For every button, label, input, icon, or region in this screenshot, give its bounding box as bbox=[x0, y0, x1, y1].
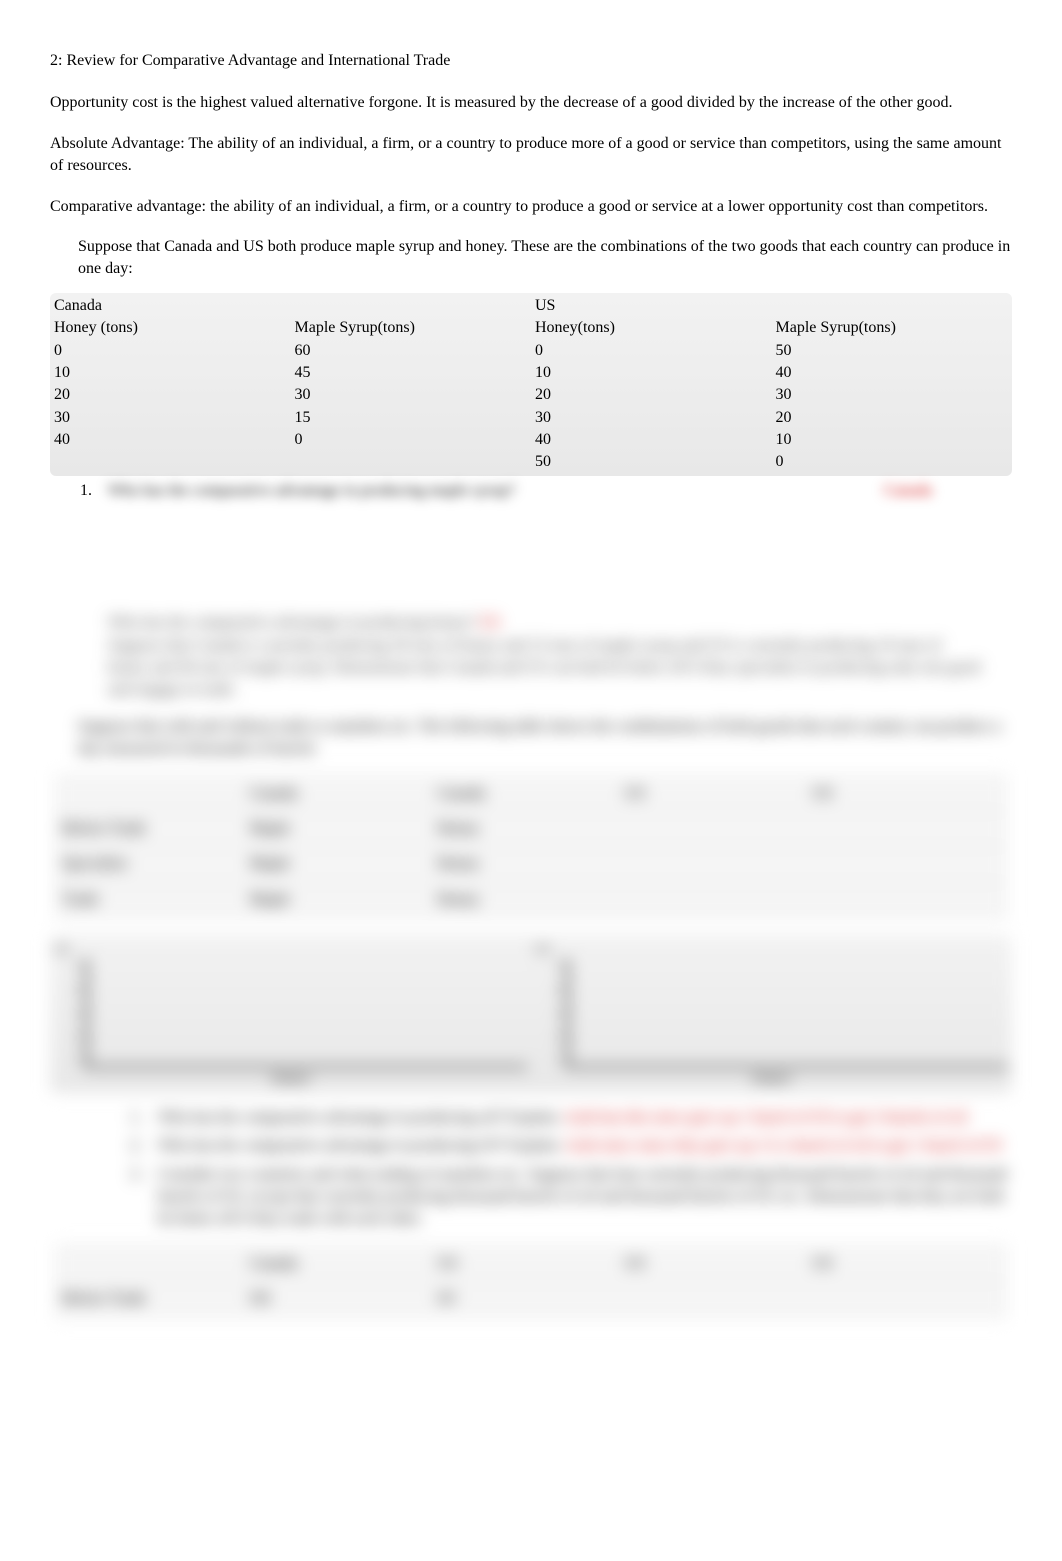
question-number: 1. bbox=[80, 480, 108, 502]
th: US bbox=[812, 1253, 1000, 1275]
qtext: Consider two countries and what trading … bbox=[158, 1166, 1007, 1228]
paragraph-comparative-advantage: Comparative advantage: the ability of an… bbox=[50, 196, 1012, 218]
th bbox=[62, 783, 250, 805]
hidden-table-2: Canada Canada US US Before Trade Maple H… bbox=[54, 773, 1008, 922]
question-1: 1. Who has the comparative advantage in … bbox=[80, 480, 1012, 502]
page-title: 2: Review for Comparative Advantage and … bbox=[50, 50, 1012, 72]
hidden-table-3: Canada US US US Before Trade Oil OJ bbox=[54, 1243, 1008, 1321]
row-label: Trade bbox=[62, 889, 250, 911]
question-text: Who has the comparative advantage in pro… bbox=[108, 480, 515, 502]
cell: 40 bbox=[531, 429, 772, 451]
cell: Maple bbox=[250, 889, 438, 911]
th: Canada bbox=[250, 783, 438, 805]
th: Canada bbox=[250, 1253, 438, 1275]
answer-text: Canada bbox=[884, 480, 932, 502]
paragraph-absolute-advantage: Absolute Advantage: The ability of an in… bbox=[50, 133, 1012, 178]
cell: 0 bbox=[50, 340, 291, 362]
cell: 10 bbox=[50, 362, 291, 384]
cell: 0 bbox=[531, 340, 772, 362]
cell: 20 bbox=[772, 407, 1013, 429]
hidden-chart-pair: US 54321 (Maple) US 54321 (Maple) bbox=[50, 935, 1012, 1093]
country-label: Canada bbox=[50, 295, 291, 317]
cell: 30 bbox=[531, 407, 772, 429]
qnum: 1. bbox=[130, 1107, 158, 1129]
col-header: Maple Syrup(tons) bbox=[291, 317, 532, 339]
th bbox=[62, 1253, 250, 1275]
cell: Honey bbox=[437, 889, 625, 911]
locked-content: Who has the comparative advantage in pro… bbox=[50, 512, 1012, 1320]
chart-xlabel: (Maple) bbox=[535, 1070, 1008, 1087]
cell: 15 bbox=[291, 407, 532, 429]
cell: 45 bbox=[291, 362, 532, 384]
cell: 30 bbox=[50, 407, 291, 429]
cell: 20 bbox=[531, 384, 772, 406]
cell: Maple bbox=[250, 853, 438, 875]
table-us: US Honey(tons) Maple Syrup(tons) 050 104… bbox=[531, 295, 1012, 474]
qans: Arab has this since give up 1 barrel of … bbox=[564, 1109, 967, 1126]
production-table: Canada Honey (tons) Maple Syrup(tons) 06… bbox=[50, 293, 1012, 476]
qtext: Who has the comparative advantage in pro… bbox=[158, 1137, 562, 1154]
bullet-example-intro: Suppose that Canada and US both produce … bbox=[50, 236, 1012, 281]
th: US bbox=[625, 783, 813, 805]
cell: 50 bbox=[772, 340, 1013, 362]
row-label: Before Trade bbox=[62, 818, 250, 840]
th: US bbox=[812, 783, 1000, 805]
chart-title: US bbox=[535, 941, 1008, 958]
col-header: Maple Syrup(tons) bbox=[772, 317, 1013, 339]
qans: Arab since since they give up 1/2 a barr… bbox=[565, 1137, 1001, 1154]
col-header: Honey (tons) bbox=[50, 317, 291, 339]
row-label: Specialize bbox=[62, 853, 250, 875]
cell: 0 bbox=[772, 451, 1013, 473]
th: US bbox=[625, 1253, 813, 1275]
hidden-answer-2: US bbox=[479, 614, 499, 631]
th: Canada bbox=[437, 783, 625, 805]
cell: Oil bbox=[250, 1288, 438, 1310]
chart-xlabel: (Maple) bbox=[54, 1070, 527, 1087]
table-canada: Canada Honey (tons) Maple Syrup(tons) 06… bbox=[50, 295, 531, 474]
bullet-marker-icon bbox=[50, 716, 78, 761]
qnum: 3. bbox=[130, 1164, 158, 1231]
cell: 10 bbox=[772, 429, 1013, 451]
country-label: US bbox=[531, 295, 772, 317]
cell: 30 bbox=[772, 384, 1013, 406]
col-header: Honey(tons) bbox=[531, 317, 772, 339]
cell: 40 bbox=[50, 429, 291, 451]
qnum: 2. bbox=[130, 1135, 158, 1157]
bullet-marker-icon bbox=[50, 236, 78, 281]
cell: Maple bbox=[250, 818, 438, 840]
cell: 20 bbox=[50, 384, 291, 406]
hidden-bullet-2: Suppose that with and without trade or a… bbox=[78, 716, 1012, 761]
paragraph-opportunity-cost: Opportunity cost is the highest valued a… bbox=[50, 92, 1012, 114]
cell: 0 bbox=[291, 429, 532, 451]
chart-title: US bbox=[54, 941, 527, 958]
cell: Honey bbox=[437, 818, 625, 840]
cell: OJ bbox=[437, 1288, 625, 1310]
hidden-question-2: Who has the comparative advantage in pro… bbox=[108, 614, 475, 631]
hidden-para-a: Suppose that Canada is currently produci… bbox=[108, 637, 980, 699]
th: US bbox=[437, 1253, 625, 1275]
bullet-text: Suppose that Canada and US both produce … bbox=[78, 236, 1012, 281]
cell: 10 bbox=[531, 362, 772, 384]
qtext: Who has the comparative advantage in pro… bbox=[158, 1109, 561, 1126]
cell: 30 bbox=[291, 384, 532, 406]
cell: 40 bbox=[772, 362, 1013, 384]
cell: 50 bbox=[531, 451, 772, 473]
cell: Honey bbox=[437, 853, 625, 875]
row-label: Before Trade bbox=[62, 1288, 250, 1310]
cell: 60 bbox=[291, 340, 532, 362]
